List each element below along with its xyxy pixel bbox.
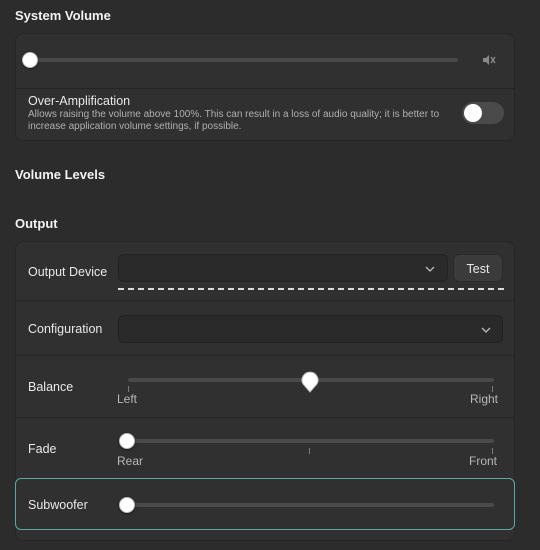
speaker-muted-icon[interactable] bbox=[481, 52, 497, 68]
balance-right-label: Right bbox=[470, 392, 499, 406]
fade-front-label: Front bbox=[469, 454, 498, 468]
fade-label: Fade bbox=[28, 442, 57, 456]
over-amplification-toggle[interactable] bbox=[462, 102, 504, 124]
test-button[interactable]: Test bbox=[453, 254, 503, 282]
fade-tick-mid bbox=[309, 448, 310, 454]
output-device-label: Output Device bbox=[28, 265, 108, 279]
balance-slider-thumb[interactable] bbox=[301, 371, 319, 393]
over-amplification-description: Allows raising the volume above 100%. Th… bbox=[28, 109, 440, 132]
chevron-down-icon bbox=[481, 327, 491, 333]
fade-rear-label: Rear bbox=[117, 454, 144, 468]
fade-slider-track[interactable] bbox=[128, 439, 494, 443]
subwoofer-row[interactable]: Subwoofer bbox=[15, 478, 515, 530]
fade-slider-thumb[interactable] bbox=[119, 433, 135, 449]
output-title: Output bbox=[15, 216, 58, 231]
configuration-dropdown[interactable] bbox=[118, 315, 503, 343]
system-volume-slider-thumb[interactable] bbox=[22, 52, 38, 68]
over-amplification-title: Over-Amplification bbox=[28, 94, 131, 108]
system-volume-slider-track[interactable] bbox=[28, 58, 458, 62]
chevron-down-icon bbox=[425, 266, 435, 272]
system-volume-card: Over-Amplification Allows raising the vo… bbox=[15, 33, 515, 141]
toggle-knob bbox=[464, 104, 482, 122]
output-device-focus-dashes bbox=[118, 288, 504, 290]
balance-label: Balance bbox=[28, 380, 74, 394]
volume-levels-title: Volume Levels bbox=[15, 167, 106, 182]
system-volume-title: System Volume bbox=[15, 8, 111, 23]
subwoofer-label: Subwoofer bbox=[28, 498, 88, 512]
configuration-label: Configuration bbox=[28, 322, 103, 336]
balance-left-label: Left bbox=[117, 392, 138, 406]
subwoofer-slider-thumb[interactable] bbox=[119, 497, 135, 513]
output-device-dropdown[interactable] bbox=[118, 254, 448, 282]
subwoofer-slider-track[interactable] bbox=[128, 503, 494, 507]
